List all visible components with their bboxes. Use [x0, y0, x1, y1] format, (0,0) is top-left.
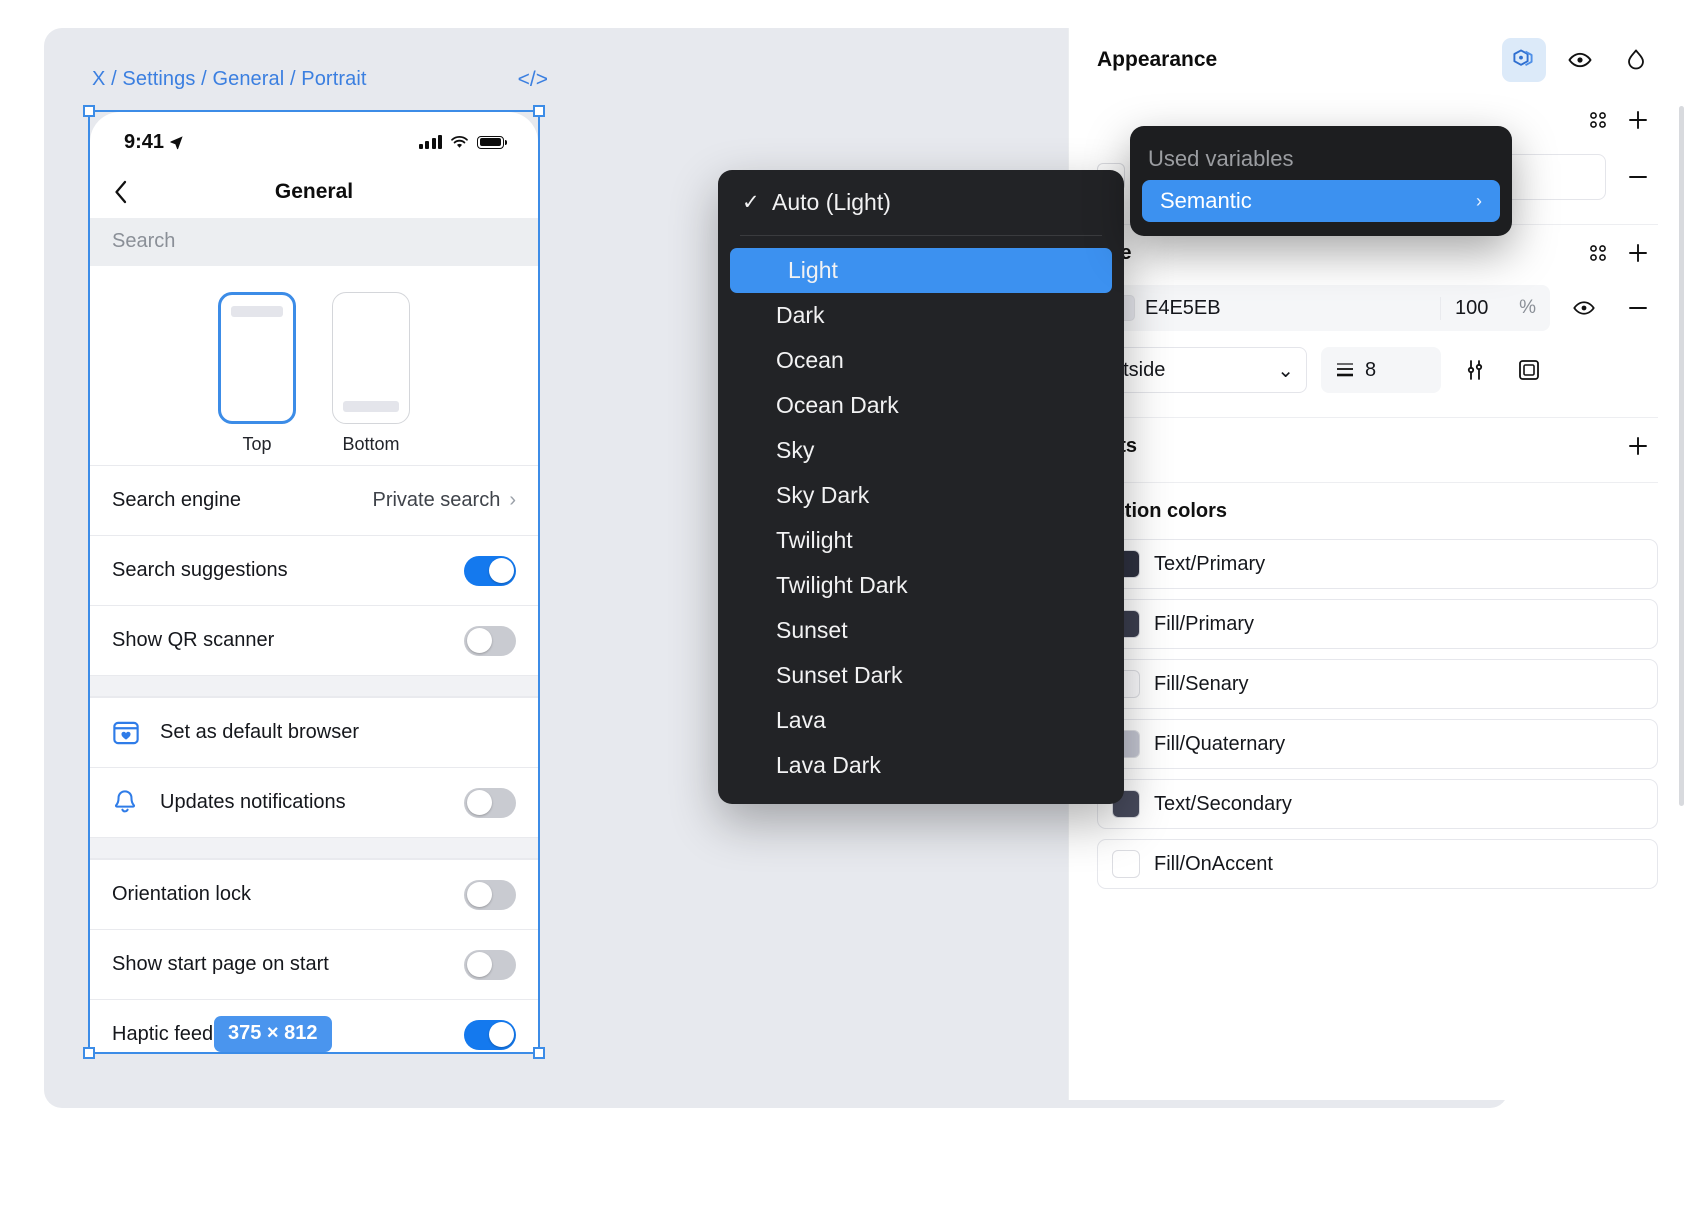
- theme-menu-label: Light: [788, 257, 838, 283]
- theme-menu-item-sunset-dark[interactable]: Sunset Dark: [718, 653, 1124, 698]
- color-name: Fill/Senary: [1154, 672, 1249, 695]
- theme-menu-item-ocean[interactable]: Ocean: [718, 338, 1124, 383]
- selection-frame[interactable]: [83, 105, 545, 1059]
- stroke-opacity-value[interactable]: 100: [1441, 297, 1488, 320]
- used-variables-menu[interactable]: Used variables Semantic ›: [1130, 126, 1512, 236]
- resize-handle-top-left[interactable]: [83, 105, 95, 117]
- check-icon: ✓: [742, 191, 760, 214]
- app-root: X / Settings / General / Portrait </> 9:…: [0, 0, 1688, 1224]
- theme-menu-label: Sky Dark: [776, 482, 870, 508]
- add-fill-plus-icon[interactable]: [1618, 100, 1658, 140]
- theme-menu-item-sky-dark[interactable]: Sky Dark: [718, 473, 1124, 518]
- remove-fill-minus-icon[interactable]: [1618, 157, 1658, 197]
- selection-colors-header: lection colors: [1097, 483, 1658, 539]
- theme-menu-item-light[interactable]: Light: [730, 248, 1112, 293]
- menu-item-label: Semantic: [1160, 188, 1252, 213]
- percent-symbol: %: [1519, 297, 1536, 318]
- menu-separator: [740, 235, 1102, 236]
- stroke-weight-value[interactable]: 8: [1365, 359, 1376, 382]
- stroke-section-title: oke: [1097, 242, 1578, 265]
- stroke-border-icon[interactable]: [1509, 350, 1549, 390]
- menu-item-semantic[interactable]: Semantic ›: [1142, 180, 1500, 222]
- eye-icon[interactable]: [1558, 38, 1602, 82]
- color-swatch[interactable]: [1112, 850, 1140, 878]
- droplet-icon[interactable]: [1614, 38, 1658, 82]
- variables-icon[interactable]: [1502, 38, 1546, 82]
- remove-stroke-minus-icon[interactable]: [1618, 288, 1658, 328]
- stroke-weight-icon: [1335, 361, 1355, 379]
- stroke-visibility-eye-icon[interactable]: [1564, 288, 1604, 328]
- theme-menu-item-sunset[interactable]: Sunset: [718, 608, 1124, 653]
- theme-menu-item-lava[interactable]: Lava: [718, 698, 1124, 743]
- color-name: Fill/Primary: [1154, 612, 1254, 635]
- theme-menu-label: Twilight Dark: [776, 572, 908, 598]
- theme-menu-label: Sky: [776, 437, 815, 463]
- effects-section: ects: [1069, 418, 1688, 483]
- color-name: Fill/OnAccent: [1154, 852, 1273, 875]
- size-badge: 375 × 812: [214, 1016, 332, 1052]
- selection-colors-section: lection colors Text/Primary Fill/Primary…: [1069, 483, 1688, 889]
- stroke-advanced-sliders-icon[interactable]: [1455, 350, 1495, 390]
- theme-menu-item-auto[interactable]: ✓ Auto (Light): [718, 180, 1124, 225]
- selection-color-item[interactable]: Fill/Senary: [1097, 659, 1658, 709]
- chevron-down-icon: ⌄: [1277, 359, 1294, 382]
- effects-section-title: ects: [1097, 435, 1618, 458]
- code-icon[interactable]: </>: [518, 69, 548, 90]
- stroke-opacity-group[interactable]: 100 %: [1440, 296, 1550, 320]
- theme-menu-item-lava-dark[interactable]: Lava Dark: [718, 743, 1124, 788]
- add-stroke-plus-icon[interactable]: [1618, 233, 1658, 273]
- theme-menu-label: Lava: [776, 707, 826, 733]
- theme-menu-label: Sunset: [776, 617, 848, 643]
- used-variables-header: Used variables: [1148, 146, 1294, 171]
- breadcrumb-row: X / Settings / General / Portrait </>: [92, 68, 548, 91]
- selection-color-item[interactable]: Text/Secondary: [1097, 779, 1658, 829]
- stroke-hex-group[interactable]: E4E5EB 100 %: [1097, 285, 1550, 331]
- theme-menu-label: Twilight: [776, 527, 853, 553]
- inspector-title: Appearance: [1097, 48, 1218, 71]
- selection-color-item[interactable]: Text/Primary: [1097, 539, 1658, 589]
- color-name: Text/Secondary: [1154, 792, 1292, 815]
- color-name: Text/Primary: [1154, 552, 1266, 575]
- theme-menu-label: Ocean: [776, 347, 844, 373]
- theme-dropdown-menu[interactable]: ✓ Auto (Light) Light Dark Ocean Ocean Da…: [718, 170, 1124, 804]
- theme-menu-label: Lava Dark: [776, 752, 881, 778]
- resize-handle-top-right[interactable]: [533, 105, 545, 117]
- theme-menu-item-dark[interactable]: Dark: [718, 293, 1124, 338]
- stroke-section: oke E4E5EB: [1069, 225, 1688, 418]
- color-name: Fill/Quaternary: [1154, 732, 1286, 755]
- theme-menu-label: Dark: [776, 302, 825, 328]
- theme-menu-item-ocean-dark[interactable]: Ocean Dark: [718, 383, 1124, 428]
- selection-colors-title: lection colors: [1097, 499, 1228, 522]
- stroke-apply-variable-icon[interactable]: [1578, 233, 1618, 273]
- theme-menu-label: Auto (Light): [772, 189, 891, 215]
- resize-handle-bottom-right[interactable]: [533, 1047, 545, 1059]
- theme-menu-item-twilight-dark[interactable]: Twilight Dark: [718, 563, 1124, 608]
- stroke-weight-field[interactable]: 8: [1321, 347, 1441, 393]
- theme-menu-label: Sunset Dark: [776, 662, 903, 688]
- theme-menu-item-twilight[interactable]: Twilight: [718, 518, 1124, 563]
- add-effect-plus-icon[interactable]: [1618, 426, 1658, 466]
- selection-color-item[interactable]: Fill/Quaternary: [1097, 719, 1658, 769]
- theme-menu-label: Ocean Dark: [776, 392, 899, 418]
- inspector-header: Appearance: [1069, 28, 1688, 92]
- selection-color-item[interactable]: Fill/Primary: [1097, 599, 1658, 649]
- stroke-color-row[interactable]: E4E5EB 100 %: [1097, 281, 1658, 345]
- chevron-right-icon: ›: [1476, 190, 1482, 211]
- stroke-settings-row: utside ⌄ 8: [1097, 345, 1658, 409]
- effects-section-header: ects: [1097, 418, 1658, 474]
- inspector-scrollbar[interactable]: [1679, 106, 1684, 806]
- theme-menu-item-sky[interactable]: Sky: [718, 428, 1124, 473]
- stroke-position-select[interactable]: utside ⌄: [1097, 347, 1307, 393]
- resize-handle-bottom-left[interactable]: [83, 1047, 95, 1059]
- stroke-hex-value[interactable]: E4E5EB: [1145, 297, 1440, 320]
- breadcrumb[interactable]: X / Settings / General / Portrait: [92, 68, 367, 91]
- selection-color-item[interactable]: Fill/OnAccent: [1097, 839, 1658, 889]
- apply-variable-icon[interactable]: [1578, 100, 1618, 140]
